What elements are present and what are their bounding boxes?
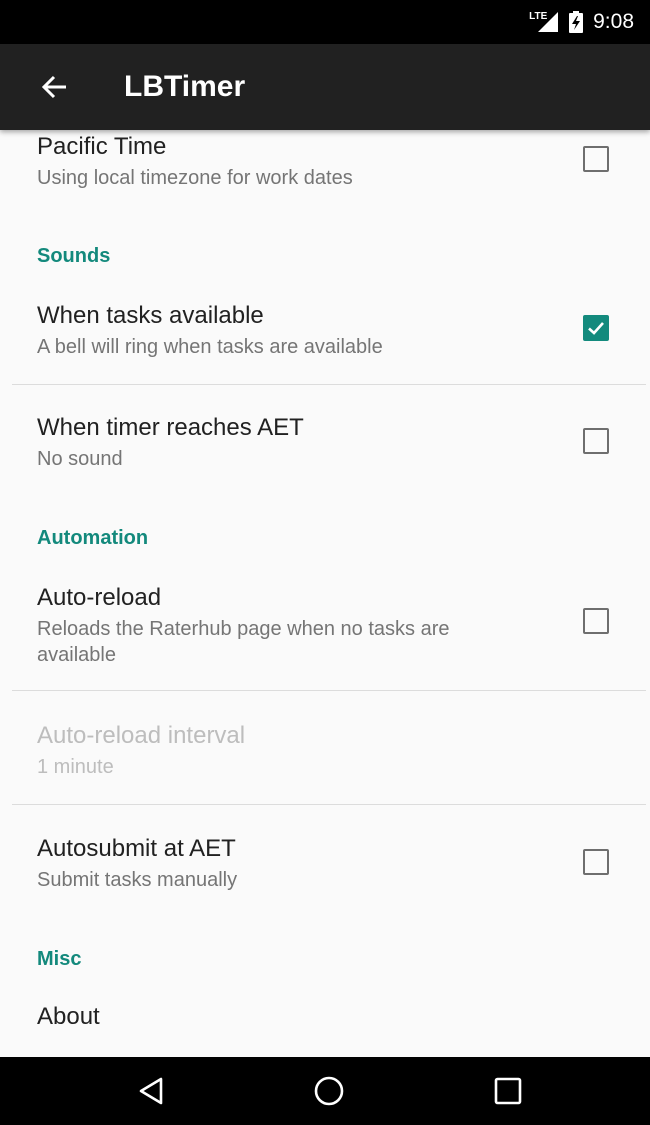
pref-summary: A bell will ring when tasks are availabl… (37, 336, 383, 358)
pref-auto-reload-interval[interactable]: Auto-reload interval 1 minute (0, 691, 650, 803)
circle-home-icon[interactable] (311, 1073, 347, 1109)
pref-summary: Using local timezone for work dates (37, 167, 353, 189)
lte-signal-icon: LTE (529, 10, 559, 34)
category-automation: Automation (37, 527, 149, 549)
battery-charging-icon (569, 11, 584, 33)
pref-title: Auto-reload (37, 584, 162, 611)
pref-pacific-time[interactable]: Pacific Time Using local timezone for wo… (0, 130, 650, 226)
autosubmit-at-aet-checkbox[interactable] (583, 849, 609, 875)
pref-autosubmit-at-aet[interactable]: Autosubmit at AET Submit tasks manually (0, 805, 650, 917)
pacific-time-checkbox[interactable] (583, 146, 609, 172)
pref-title: When tasks available (37, 302, 264, 329)
pref-summary: Submit tasks manually (37, 869, 238, 891)
pref-title: Auto-reload interval (37, 722, 246, 749)
triangle-back-icon[interactable] (135, 1073, 171, 1109)
screen: LTE 9:08 LBTimer Pacific Time Using loca… (0, 0, 650, 1125)
when-tasks-available-checkbox[interactable] (583, 315, 609, 341)
category-sounds: Sounds (37, 245, 111, 267)
pref-title: Pacific Time (37, 133, 167, 160)
status-bar: LTE 9:08 (0, 0, 650, 44)
square-recents-icon[interactable] (490, 1073, 526, 1109)
pref-title: When timer reaches AET (37, 414, 304, 441)
pref-auto-reload[interactable]: Auto-reload Reloads the Raterhub page wh… (0, 562, 650, 690)
auto-reload-checkbox[interactable] (583, 608, 609, 634)
arrow-back-icon[interactable] (36, 69, 72, 105)
app-title: LBTimer (124, 70, 246, 103)
pref-summary: Reloads the Raterhub page when no tasks … (37, 618, 450, 666)
category-misc: Misc (37, 948, 82, 970)
pref-title: About (37, 1003, 100, 1030)
settings-list: Pacific Time Using local timezone for wo… (0, 130, 650, 1057)
check-icon (588, 322, 604, 335)
status-clock: 9:08 (593, 10, 634, 33)
pref-when-timer-reaches-aet[interactable]: When timer reaches AET No sound (0, 385, 650, 495)
pref-summary: No sound (37, 448, 123, 470)
navigation-bar (0, 1057, 650, 1125)
pref-summary: 1 minute (37, 756, 114, 778)
pref-when-tasks-available[interactable]: When tasks available A bell will ring wh… (0, 280, 650, 384)
pref-title: Autosubmit at AET (37, 835, 236, 862)
pref-about[interactable]: About (0, 985, 650, 1057)
app-bar: LBTimer (0, 44, 650, 130)
when-timer-reaches-aet-checkbox[interactable] (583, 428, 609, 454)
